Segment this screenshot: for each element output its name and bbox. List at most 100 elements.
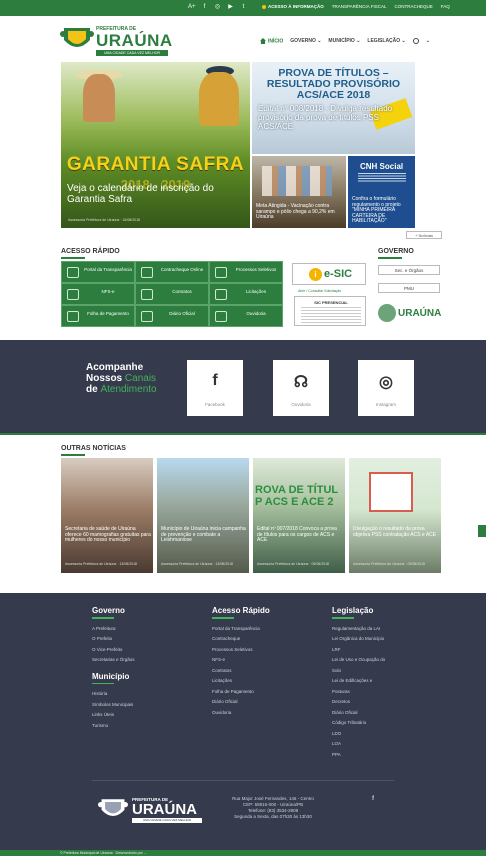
top-link-transparencia[interactable]: TRANSPARÊNCIA FISCAL xyxy=(332,4,387,9)
footer-link[interactable]: A Prefeitura xyxy=(92,624,135,635)
esic-block: i e-SIC Abrir / Consultar Solicitação SI… xyxy=(288,263,372,327)
crest-icon xyxy=(60,28,94,47)
nav-governo[interactable]: GOVERNO ⌄ xyxy=(290,38,321,44)
footer-link[interactable]: Decretos xyxy=(332,697,385,708)
hero-news-cnh-social[interactable]: CNH Social Confira o formulário regulame… xyxy=(348,156,415,228)
footer-link[interactable]: Diário Oficial xyxy=(212,697,270,708)
youtube-icon[interactable]: ▶ xyxy=(227,3,234,12)
top-link-faq[interactable]: FAQ xyxy=(441,4,450,9)
quick-processos-seletivos[interactable]: Processos Seletivos xyxy=(209,261,283,283)
acesso-informacao-icon xyxy=(262,4,266,9)
footer-link[interactable]: Contracheque xyxy=(212,634,270,645)
footer-governo-column: Governo A Prefeitura O Prefeito O Vice-P… xyxy=(92,606,135,731)
governo-logo: URAÚNA xyxy=(378,304,442,324)
quick-folha-pagamento[interactable]: Folha de Pagamento xyxy=(61,305,135,327)
footer-link[interactable]: Links Úteis xyxy=(92,710,135,721)
accessibility-icon[interactable]: A+ xyxy=(188,3,196,12)
nav-legislacao[interactable]: LEGISLAÇÃO ⌄ xyxy=(367,38,405,44)
nav-more-chevron-icon[interactable]: ⌄ xyxy=(426,38,430,44)
quick-diario-oficial[interactable]: Diário Oficial xyxy=(135,305,209,327)
footer-link[interactable]: Posturas xyxy=(332,687,385,698)
page: A+ f ◎ ▶ t ACESSO À INFORMAÇÃO TRANSPARÊ… xyxy=(0,0,486,856)
footer-link[interactable]: Contratos xyxy=(212,666,270,677)
footer-link[interactable]: O Prefeito xyxy=(92,634,135,645)
footer-logo[interactable]: PREFEITURA DE URAÚNA UMA CIDADE CADA VEZ… xyxy=(98,795,210,825)
twitter-icon[interactable]: t xyxy=(240,3,247,12)
facebook-icon[interactable]: f xyxy=(201,3,208,12)
news-card[interactable]: Secretaria de saúde de Uiraúna oferece 6… xyxy=(61,458,153,573)
footer-link[interactable]: Solo xyxy=(332,666,385,677)
quick-nfse[interactable]: NFS-e xyxy=(61,283,135,305)
top-link-contracheque[interactable]: CONTRACHEQUE xyxy=(394,4,432,9)
headset-icon xyxy=(215,311,227,322)
governo-pmu-button[interactable]: PMU xyxy=(378,283,440,293)
top-social-icons: A+ f ◎ ▶ t xyxy=(188,3,247,12)
quick-contracheque[interactable]: Contracheque Online xyxy=(135,261,209,283)
book-icon xyxy=(141,311,153,322)
headset-icon: ☊ xyxy=(293,374,309,391)
footer-link[interactable]: PPA xyxy=(332,750,385,761)
vacinacao-caption: Meta Atingida - Vacinação contra sarampo… xyxy=(256,203,335,221)
facebook-icon: f xyxy=(212,372,218,389)
sic-presencial-box: SIC PRESENCIAL xyxy=(294,296,366,326)
quick-licitacoes[interactable]: Licitações xyxy=(209,283,283,305)
esic-subtitle[interactable]: Abrir / Consultar Solicitação xyxy=(298,289,341,293)
outras-noticias-title: OUTRAS NOTÍCIAS xyxy=(61,445,126,452)
footer-link[interactable]: Regulamentação da LAI xyxy=(332,624,385,635)
site-logo[interactable]: PREFEITURA DE URAÚNA UMA CIDADE CADA VEZ… xyxy=(60,24,172,56)
footer-link[interactable]: Ouvidoria xyxy=(212,708,270,719)
clipboard-icon xyxy=(369,472,413,512)
prova-headline: PROVA DE TÍTULOS – RESULTADO PROVISÓRIO … xyxy=(266,67,401,101)
hero-news-grid: GARANTIA SAFRA 2018 - 2019 Veja o calend… xyxy=(61,62,415,228)
top-link-acesso-informacao[interactable]: ACESSO À INFORMAÇÃO xyxy=(262,4,324,9)
gavel-icon xyxy=(215,289,227,300)
quick-ouvidoria[interactable]: Ouvidoria xyxy=(209,305,283,327)
footer-link[interactable]: Turismo xyxy=(92,721,135,732)
footer-link[interactable]: Símbolos Municipais xyxy=(92,700,135,711)
nav-inicio[interactable]: INÍCIO xyxy=(260,38,283,44)
footer-legislacao-column: Legislação Regulamentação da LAI Lei Org… xyxy=(332,606,385,760)
footer-link[interactable]: Secretarias e Órgãos xyxy=(92,655,135,666)
hero-news-garantia-safra[interactable]: GARANTIA SAFRA 2018 - 2019 Veja o calend… xyxy=(61,62,250,228)
footer-link[interactable]: Lei Orgânica do Município xyxy=(332,634,385,645)
crest-icon xyxy=(98,799,128,817)
instagram-icon: ◎ xyxy=(379,374,393,391)
footer-link[interactable]: Lei de Edificações e xyxy=(332,676,385,687)
news-card[interactable]: Município de Uiraúna inicia campanha de … xyxy=(157,458,249,573)
prova-caption: Edital nº 008/2018 - Divulga resultado p… xyxy=(258,104,393,131)
footer-link[interactable]: Código Tributário xyxy=(332,718,385,729)
news-card[interactable]: ROVA DE TÍTUL P ACS E ACE 2 Edital nº 00… xyxy=(253,458,345,573)
footer-link[interactable]: O Vice-Prefeito xyxy=(92,645,135,656)
back-to-top-button[interactable] xyxy=(478,525,486,537)
top-links: ACESSO À INFORMAÇÃO TRANSPARÊNCIA FISCAL… xyxy=(262,4,450,9)
footer-link[interactable]: Portal da Transparência xyxy=(212,624,270,635)
more-news-button[interactable]: + Notícias xyxy=(406,231,442,239)
hero-news-vacinacao[interactable]: Meta Atingida - Vacinação contra sarampo… xyxy=(252,156,346,228)
footer-link[interactable]: LRF xyxy=(332,645,385,656)
quick-contratos[interactable]: Contratos xyxy=(135,283,209,305)
footer-link[interactable]: NFS-e xyxy=(212,655,270,666)
footer-link[interactable]: LDO xyxy=(332,729,385,740)
cnh-caption: Confira o formulário regulamento o proje… xyxy=(352,196,401,225)
footer-link[interactable]: Lei de Uso e Ocupação do xyxy=(332,655,385,666)
channel-ouvidoria[interactable]: ☊ Ouvidoria xyxy=(273,360,329,416)
footer-link[interactable]: LOA xyxy=(332,739,385,750)
news-card[interactable]: Divulgação o resultado da prova objetiva… xyxy=(349,458,441,573)
quick-portal-transparencia[interactable]: Portal da Transparência xyxy=(61,261,135,283)
footer-link[interactable]: Processos Seletivos xyxy=(212,645,270,656)
footer-link[interactable]: Folha de Pagamento xyxy=(212,687,270,698)
nav-municipio[interactable]: MUNICÍPIO ⌄ xyxy=(328,38,360,44)
copyright-bar: © Prefeitura Municipal de Uiraúna · Dese… xyxy=(0,850,486,856)
governo-sec-orgaos-button[interactable]: Sec. e Órgãos xyxy=(378,265,440,275)
channel-facebook[interactable]: f Facebook xyxy=(187,360,243,416)
footer-facebook-icon[interactable]: f xyxy=(368,796,378,806)
channel-instagram[interactable]: ◎ Instagram xyxy=(358,360,414,416)
footer-link[interactable]: Licitações xyxy=(212,676,270,687)
channels-heading: Acompanhe Nossos Canais de Atendimento xyxy=(86,362,157,395)
hero-news-prova-titulos[interactable]: PROVA DE TÍTULOS – RESULTADO PROVISÓRIO … xyxy=(252,62,415,154)
search-icon[interactable] xyxy=(412,38,419,45)
instagram-icon[interactable]: ◎ xyxy=(214,3,221,12)
footer-link[interactable]: História xyxy=(92,689,135,700)
footer-link[interactable]: Diário Oficial xyxy=(332,708,385,719)
esic-button[interactable]: i e-SIC xyxy=(292,263,366,285)
